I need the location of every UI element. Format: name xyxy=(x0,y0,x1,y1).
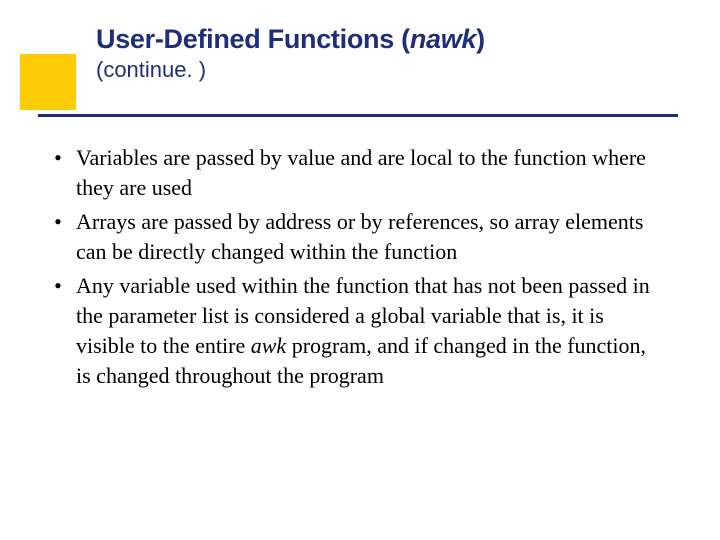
bullet-list: • Variables are passed by value and are … xyxy=(40,143,658,391)
header-divider xyxy=(38,114,678,117)
slide-content: • Variables are passed by value and are … xyxy=(0,143,720,391)
accent-square xyxy=(20,54,76,110)
slide-header: User-Defined Functions (nawk) (continue.… xyxy=(0,0,720,83)
list-item: • Any variable used within the function … xyxy=(40,271,658,391)
bullet-italic: awk xyxy=(251,333,286,358)
title-close: ) xyxy=(476,24,485,54)
bullet-text: Variables are passed by value and are lo… xyxy=(76,143,658,203)
title-italic: nawk xyxy=(410,24,476,54)
slide-title: User-Defined Functions (nawk) xyxy=(96,24,720,55)
bullet-text: Any variable used within the function th… xyxy=(76,271,658,391)
bullet-icon: • xyxy=(40,207,76,237)
bullet-icon: • xyxy=(40,271,76,301)
list-item: • Variables are passed by value and are … xyxy=(40,143,658,203)
bullet-icon: • xyxy=(40,143,76,173)
bullet-text: Arrays are passed by address or by refer… xyxy=(76,207,658,267)
list-item: • Arrays are passed by address or by ref… xyxy=(40,207,658,267)
slide-subtitle: (continue. ) xyxy=(96,57,720,83)
title-main: User-Defined Functions ( xyxy=(96,24,410,54)
